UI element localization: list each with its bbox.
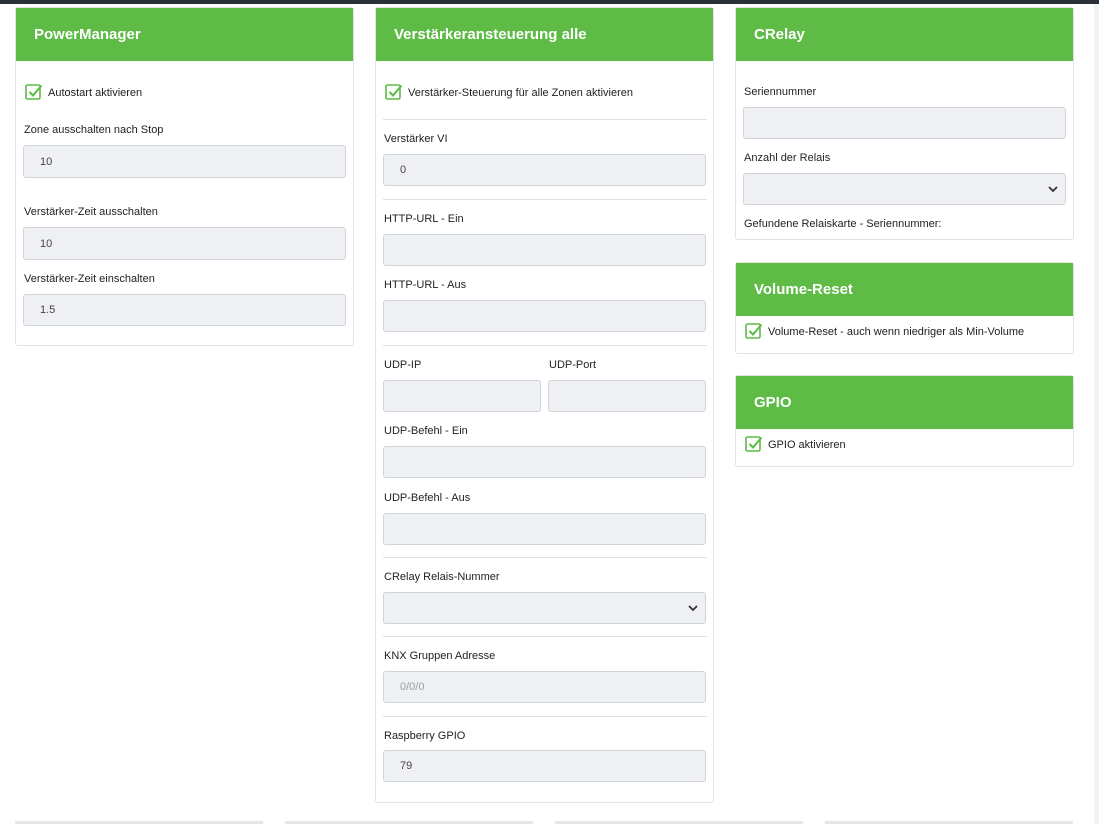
amp-off-value: 10 xyxy=(40,237,53,250)
volume-reset-title: Volume-Reset xyxy=(736,263,1073,316)
http-off-input[interactable] xyxy=(383,300,706,332)
amp-on-input[interactable]: 1.5 xyxy=(23,294,346,326)
checkbox-checked-icon[interactable] xyxy=(745,322,763,340)
zone-off-label: Zone ausschalten nach Stop xyxy=(24,124,164,136)
amp-on-label: Verstärker-Zeit einschalten xyxy=(24,273,155,285)
vi-input[interactable]: 0 xyxy=(383,154,706,186)
gpio-enable-label: GPIO aktivieren xyxy=(768,439,846,451)
found-relay-label: Gefundene Relaiskarte - Seriennummer: xyxy=(744,218,942,230)
zone-off-value: 10 xyxy=(40,155,53,168)
http-off-label: HTTP-URL - Aus xyxy=(384,279,467,291)
volume-reset-card: Volume-Reset Volume-Reset - auch wenn ni… xyxy=(735,262,1074,354)
power-manager-title: PowerManager xyxy=(16,8,353,61)
relay-count-select[interactable] xyxy=(743,173,1066,205)
chevron-down-icon xyxy=(688,605,698,612)
divider xyxy=(383,199,707,200)
gpio-label: Raspberry GPIO xyxy=(384,730,466,742)
gpio-title: GPIO xyxy=(736,376,1073,429)
serial-input[interactable] xyxy=(743,107,1066,139)
udp-port-input[interactable] xyxy=(548,380,706,412)
udp-ip-label: UDP-IP xyxy=(384,359,422,371)
divider xyxy=(383,636,707,637)
volume-reset-enable-label: Volume-Reset - auch wenn niedriger als M… xyxy=(768,326,1025,338)
checkbox-checked-icon[interactable] xyxy=(745,435,763,453)
divider xyxy=(383,716,707,717)
checkbox-checked-icon[interactable] xyxy=(385,83,403,101)
divider xyxy=(383,119,707,120)
http-on-label: HTTP-URL - Ein xyxy=(384,213,464,225)
relay-count-label: Anzahl der Relais xyxy=(744,152,831,164)
crelay-nr-label: CRelay Relais-Nummer xyxy=(384,571,500,583)
chevron-down-icon xyxy=(1048,186,1058,193)
knx-label: KNX Gruppen Adresse xyxy=(384,650,496,662)
scrollbar[interactable] xyxy=(1094,4,1099,824)
crelay-card: CRelay Seriennummer Anzahl der Relais Ge… xyxy=(735,7,1074,240)
knx-placeholder: 0/0/0 xyxy=(400,681,425,693)
amp-off-input[interactable]: 10 xyxy=(23,227,346,260)
amp-all-card: Verstärkeransteuerung alle Verstärker-St… xyxy=(375,7,714,803)
udp-cmd-off-label: UDP-Befehl - Aus xyxy=(384,492,471,504)
gpio-card: GPIO GPIO aktivieren xyxy=(735,375,1074,467)
vi-label: Verstärker VI xyxy=(384,133,448,145)
crelay-title: CRelay xyxy=(736,8,1073,61)
divider xyxy=(383,345,707,346)
checkbox-checked-icon[interactable] xyxy=(25,83,43,101)
autostart-label: Autostart aktivieren xyxy=(48,87,143,99)
udp-ip-input[interactable] xyxy=(383,380,541,412)
zone-off-input[interactable]: 10 xyxy=(23,145,346,178)
vi-value: 0 xyxy=(400,164,407,176)
gpio-value: 79 xyxy=(400,760,413,772)
udp-cmd-on-input[interactable] xyxy=(383,446,706,478)
knx-input[interactable]: 0/0/0 xyxy=(383,671,706,703)
power-manager-card: PowerManager Autostart aktivieren Zone a… xyxy=(15,7,354,346)
divider xyxy=(383,557,707,558)
amp-on-value: 1.5 xyxy=(40,304,56,316)
udp-cmd-on-label: UDP-Befehl - Ein xyxy=(384,425,468,437)
crelay-nr-select[interactable] xyxy=(383,592,706,624)
udp-cmd-off-input[interactable] xyxy=(383,513,706,545)
gpio-input[interactable]: 79 xyxy=(383,750,706,782)
udp-port-label: UDP-Port xyxy=(549,359,597,371)
http-on-input[interactable] xyxy=(383,234,706,266)
amp-off-label: Verstärker-Zeit ausschalten xyxy=(24,206,158,218)
serial-label: Seriennummer xyxy=(744,86,817,98)
top-bar xyxy=(0,0,1099,4)
amp-all-title: Verstärkeransteuerung alle xyxy=(376,8,713,61)
amp-all-enable-label: Verstärker-Steuerung für alle Zonen akti… xyxy=(408,87,634,99)
